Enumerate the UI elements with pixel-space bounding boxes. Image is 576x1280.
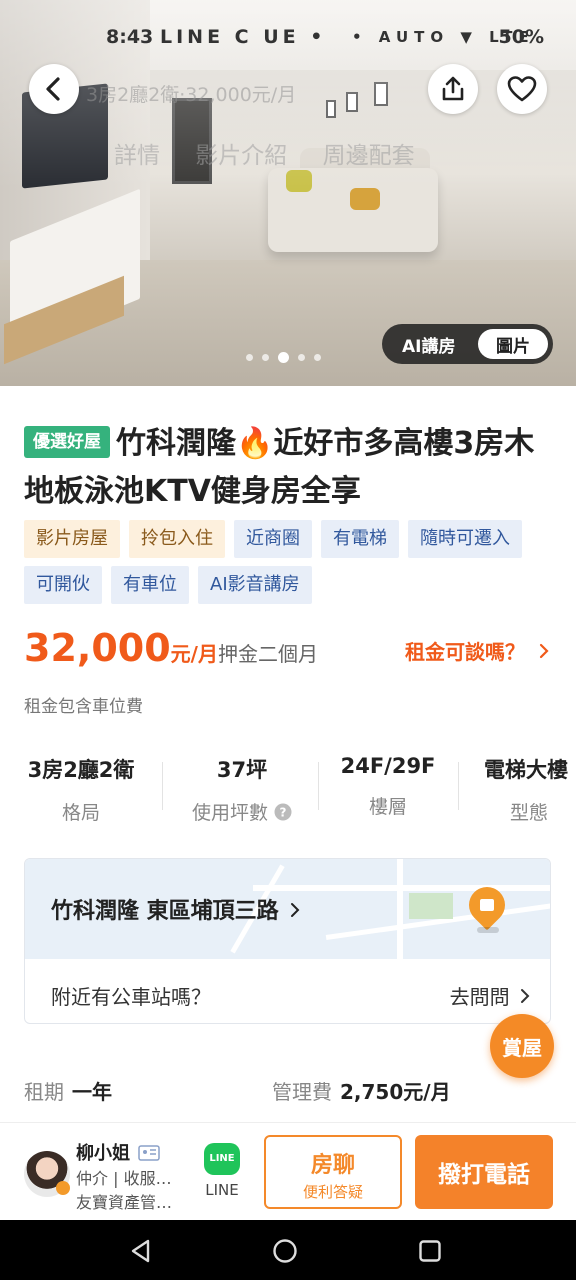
agent-role: 仲介 | 收服… bbox=[76, 1169, 172, 1188]
feature-tag: AI影音講房 bbox=[198, 566, 312, 604]
chat-button[interactable]: 房聊 便利答疑 bbox=[264, 1135, 402, 1209]
feature-tag: 隨時可遷入 bbox=[408, 520, 522, 558]
management-fee: 管理費 2,750元/月 bbox=[272, 1076, 451, 1105]
spec-layout: 3房2廳2衛 格局 bbox=[14, 754, 148, 825]
battery-level: 50% bbox=[498, 26, 544, 48]
agent-company: 友寶資產管… bbox=[76, 1193, 173, 1212]
map-address[interactable]: 竹科潤隆 東區埔頂三路 bbox=[51, 893, 300, 925]
verified-badge-icon bbox=[56, 1181, 70, 1195]
media-toggle[interactable]: AI講房 圖片 bbox=[382, 324, 553, 364]
featured-badge: 優選好屋 bbox=[24, 426, 110, 458]
back-button[interactable] bbox=[29, 64, 79, 114]
lease-term: 租期 一年 bbox=[24, 1076, 112, 1105]
chevron-right-icon bbox=[539, 643, 549, 659]
fee-value: 2,750元/月 bbox=[340, 1080, 451, 1104]
divider bbox=[162, 762, 163, 810]
bottom-action-bar: 柳小姐 仲介 | 收服… 友寶資產管… LINE LINE 房聊 便利答疑 撥打… bbox=[0, 1122, 576, 1220]
carousel-dots bbox=[246, 352, 321, 363]
nav-home-icon[interactable] bbox=[272, 1238, 298, 1264]
fee-label: 管理費 bbox=[272, 1080, 332, 1104]
favorite-button[interactable] bbox=[497, 64, 547, 114]
ai-tour-tab[interactable]: AI講房 bbox=[402, 332, 455, 357]
spec-type: 電梯大樓 型態 bbox=[470, 754, 576, 825]
feature-tag: 可開伙 bbox=[24, 566, 102, 604]
negotiate-label: 租金可談嗎？ bbox=[405, 640, 526, 664]
photos-tab[interactable]: 圖片 bbox=[478, 329, 548, 359]
share-icon bbox=[442, 76, 464, 101]
price-unit: 元/月 bbox=[170, 642, 218, 666]
spec-value: 3房2廳2衛 bbox=[27, 758, 135, 782]
home-icon bbox=[480, 899, 494, 911]
photo-pillow bbox=[350, 188, 380, 210]
system-nav-bar bbox=[0, 1220, 576, 1280]
id-card-icon bbox=[138, 1145, 161, 1161]
lease-label: 租期 bbox=[24, 1080, 64, 1104]
nav-recents-icon[interactable] bbox=[418, 1239, 442, 1263]
spec-label: 格局 bbox=[61, 802, 100, 824]
ghost-title: 3房2廳2衛·32,000元/月 bbox=[86, 84, 297, 106]
call-button[interactable]: 撥打電話 bbox=[415, 1135, 553, 1209]
pin-shadow bbox=[477, 927, 499, 933]
share-button[interactable] bbox=[428, 64, 478, 114]
feature-tag: 有車位 bbox=[111, 566, 189, 604]
listing-title-block: 優選好屋 竹科潤隆🔥近好市多高樓3房木地板泳池KTV健身房全享 bbox=[24, 420, 554, 516]
spec-value: 24F/29F bbox=[340, 754, 436, 778]
map-question: 附近有公車站嗎？ bbox=[51, 985, 211, 1009]
deposit-text: 押金二個月 bbox=[218, 642, 318, 666]
chat-main-label: 房聊 bbox=[310, 1153, 355, 1178]
line-logo-icon: LINE bbox=[204, 1143, 240, 1175]
lease-value: 一年 bbox=[72, 1080, 112, 1104]
ask-label: 去問問 bbox=[449, 985, 510, 1009]
line-label: LINE bbox=[205, 1181, 239, 1199]
chat-sub-label: 便利答疑 bbox=[302, 1183, 363, 1201]
help-icon[interactable]: ? bbox=[274, 803, 292, 821]
status-left-icons: LINE C UE • bbox=[160, 26, 327, 48]
divider bbox=[458, 762, 459, 810]
spec-label: 樓層 bbox=[368, 796, 407, 818]
line-button[interactable]: LINE LINE bbox=[200, 1143, 244, 1199]
viewing-fab-button[interactable]: 賞屋 bbox=[490, 1014, 554, 1078]
carousel-dot bbox=[314, 354, 321, 361]
ghost-tabs: 詳情 影片介紹 周邊配套 bbox=[114, 143, 415, 169]
carousel-dot bbox=[298, 354, 305, 361]
rent-note: 租金包含車位費 bbox=[24, 697, 143, 717]
feature-tag: 近商圈 bbox=[234, 520, 312, 558]
feature-tag: 有電梯 bbox=[321, 520, 399, 558]
map-park bbox=[409, 893, 453, 919]
spec-floor: 24F/29F 樓層 bbox=[326, 754, 450, 819]
heart-icon bbox=[507, 76, 537, 102]
ask-button[interactable]: 去問問 bbox=[450, 981, 530, 1010]
location-card[interactable]: 竹科潤隆 東區埔頂三路 附近有公車站嗎？ 去問問 bbox=[24, 858, 551, 1024]
feature-tag: 拎包入住 bbox=[129, 520, 225, 558]
carousel-dot bbox=[246, 354, 253, 361]
negotiate-link[interactable]: 租金可談嗎？ bbox=[405, 636, 550, 665]
spec-value: 電梯大樓 bbox=[484, 758, 568, 782]
spec-area: 37坪 使用坪數 ? bbox=[172, 754, 312, 825]
chevron-right-icon bbox=[291, 903, 300, 917]
chevron-left-icon bbox=[46, 77, 60, 101]
spec-label: 使用坪數 ? bbox=[172, 798, 312, 825]
feature-tag: 影片房屋 bbox=[24, 520, 120, 558]
nav-back-icon[interactable] bbox=[128, 1238, 154, 1264]
map-road bbox=[397, 859, 403, 959]
feature-tags: 影片房屋 拎包入住 近商圈 有電梯 隨時可遷入可開伙 有車位 AI影音講房 bbox=[24, 520, 554, 604]
status-bar: 8:43 LINE C UE • • AUTO ▼ LTE 50% bbox=[0, 22, 576, 56]
address-text: 竹科潤隆 東區埔頂三路 bbox=[51, 899, 279, 924]
map-preview[interactable]: 竹科潤隆 東區埔頂三路 bbox=[25, 859, 550, 959]
price: 32,000元/月 bbox=[24, 626, 218, 670]
price-value: 32,000 bbox=[24, 626, 171, 670]
spec-label: 型態 bbox=[510, 802, 549, 824]
spec-value: 37坪 bbox=[216, 758, 268, 782]
agent-name[interactable]: 柳小姐 bbox=[76, 1139, 161, 1165]
status-time: 8:43 bbox=[106, 26, 154, 48]
divider bbox=[318, 762, 319, 810]
svg-text:?: ? bbox=[280, 806, 287, 820]
carousel-dot bbox=[262, 354, 269, 361]
chevron-right-icon bbox=[521, 989, 530, 1003]
hero-photo[interactable]: 3房2廳2衛·32,000元/月 詳情 影片介紹 周邊配套 8:43 LINE … bbox=[0, 0, 576, 386]
carousel-dot-active bbox=[278, 352, 289, 363]
